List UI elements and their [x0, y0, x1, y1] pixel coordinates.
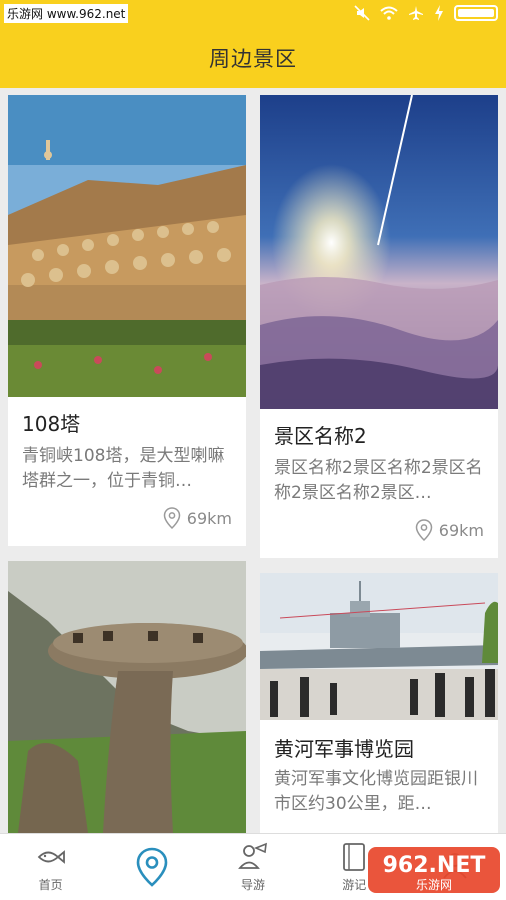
- scenic-card-military-expo[interactable]: 黄河军事博览园 黄河军事文化博览园距银川市区约30公里，距…: [260, 573, 498, 833]
- site-watermark: 乐游网 www.962.net: [4, 4, 129, 23]
- card-distance: 69km: [163, 507, 232, 529]
- tab-guide[interactable]: 导游: [202, 834, 303, 900]
- card-title: 108塔: [22, 412, 81, 436]
- airplane-icon: [409, 6, 423, 20]
- svg-text:乐游网: 乐游网: [416, 878, 452, 892]
- app-header: 周边景区: [0, 28, 506, 88]
- location-pin-icon: [163, 507, 181, 529]
- card-distance: 69km: [415, 519, 484, 541]
- 962-logo-watermark: 962.NET 乐游网: [368, 847, 500, 893]
- mute-icon: [354, 5, 370, 21]
- sky-clouds-photo: [260, 95, 498, 409]
- scenic-card-108-pagodas[interactable]: 108塔 青铜峡108塔，是大型喇嘛塔群之一，位于青铜… 69km: [8, 95, 246, 546]
- card-title: 黄河军事博览园: [274, 737, 414, 761]
- pagoda-photo: [8, 95, 246, 397]
- tab-label: 导游: [241, 877, 266, 892]
- guide-icon: [238, 842, 267, 869]
- location-pin-icon: [415, 519, 433, 541]
- battery-icon: [454, 5, 498, 21]
- scenic-card-3[interactable]: [8, 561, 246, 833]
- card-description: 景区名称2景区名称2景区名称2景区名称2景区…: [274, 458, 483, 503]
- wifi-icon: [380, 6, 398, 20]
- warship-photo: [260, 573, 498, 720]
- status-bar: 乐游网 www.962.net: [0, 0, 506, 28]
- scenic-card-2[interactable]: 景区名称2 景区名称2景区名称2景区名称2景区名称2景区… 69km: [260, 95, 498, 558]
- charging-icon: [435, 5, 443, 21]
- fish-icon: [37, 849, 65, 864]
- tab-nearby[interactable]: [101, 834, 202, 900]
- tab-home[interactable]: 首页: [0, 834, 101, 900]
- distance-value: 69km: [186, 508, 232, 528]
- status-icons: [354, 5, 498, 21]
- tab-label: 首页: [38, 877, 63, 892]
- page-title: 周边景区: [209, 47, 297, 71]
- card-description: 青铜峡108塔，是大型喇嘛塔群之一，位于青铜…: [22, 446, 225, 491]
- rock-formation-photo: [8, 561, 246, 833]
- svg-text:962.NET: 962.NET: [383, 853, 486, 878]
- card-title: 景区名称2: [274, 424, 367, 448]
- notebook-icon: [343, 842, 366, 871]
- distance-value: 69km: [438, 520, 484, 540]
- location-pin-icon: [136, 847, 168, 887]
- card-description: 黄河军事文化博览园距银川市区约30公里，距…: [274, 769, 478, 814]
- tab-label: 游记: [342, 877, 367, 892]
